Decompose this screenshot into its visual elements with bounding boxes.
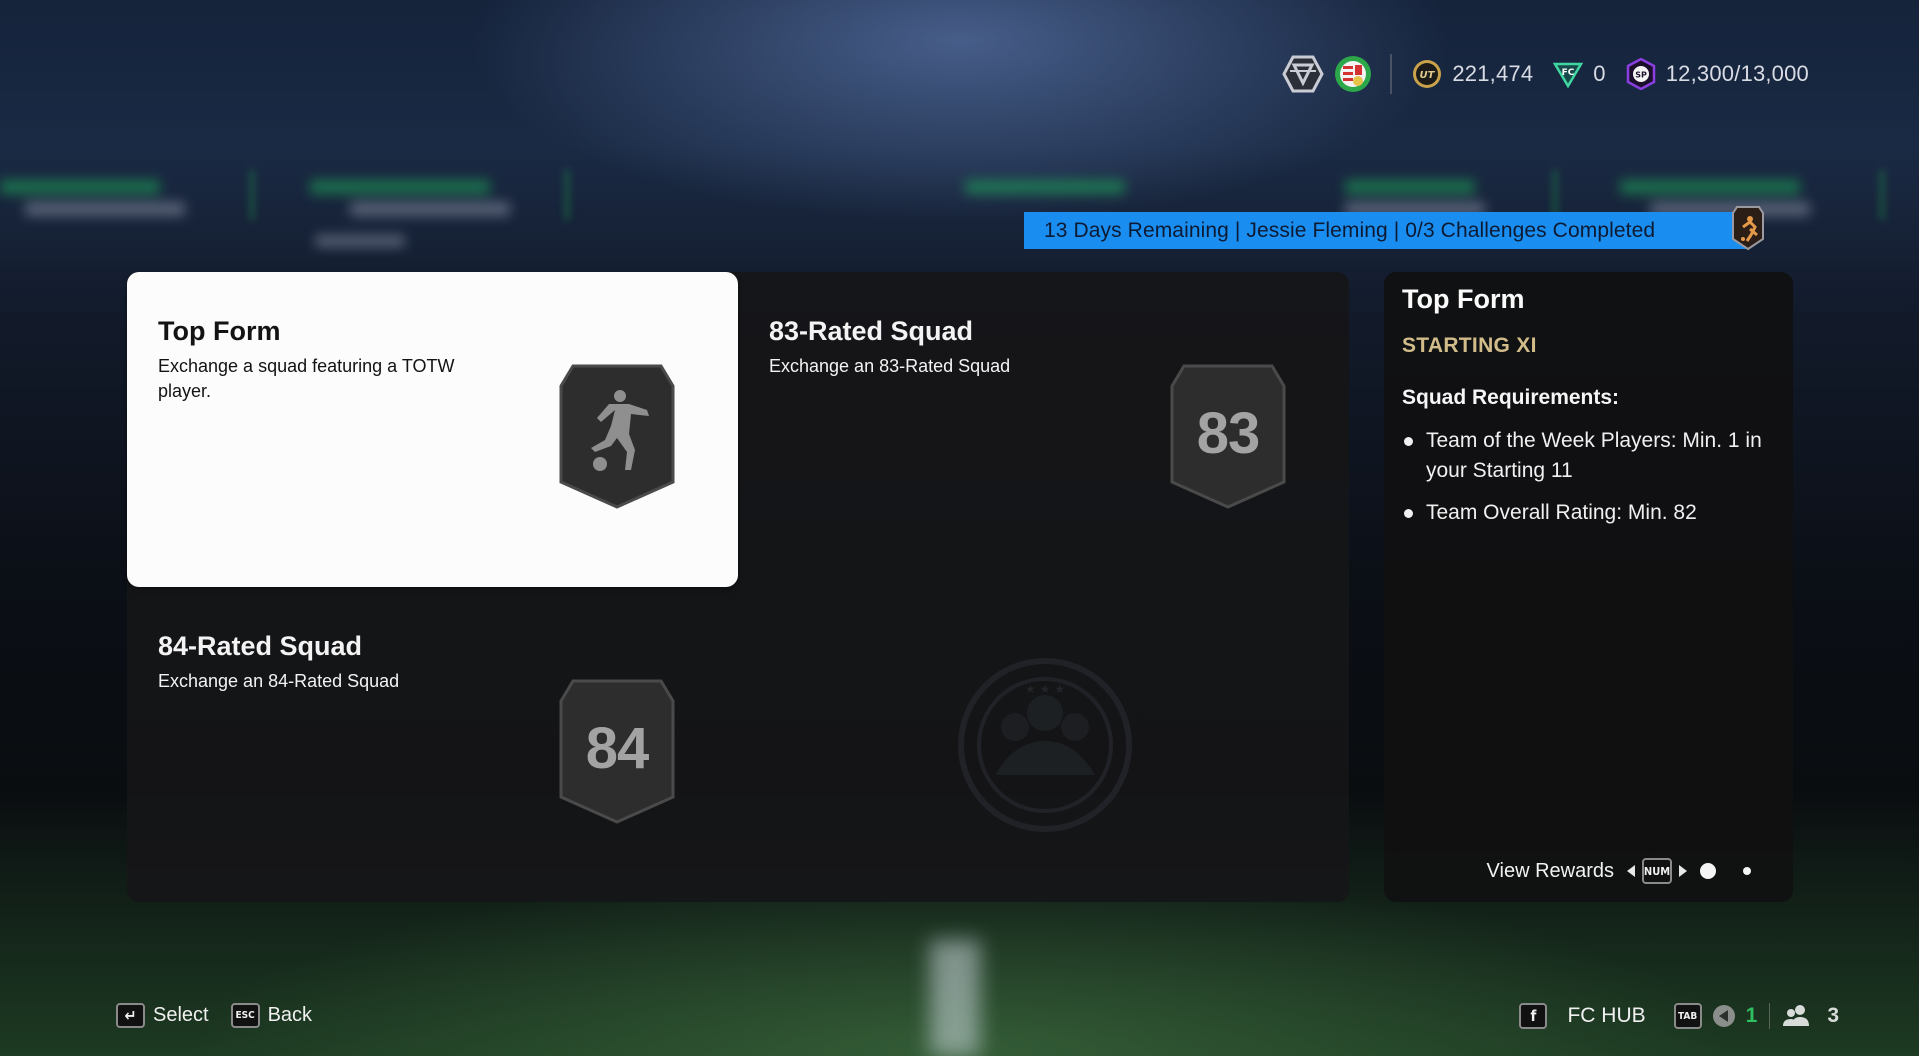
challenge-tile-83-rated[interactable]: 83-Rated Squad Exchange an 83-Rated Squa… (738, 272, 1349, 587)
challenge-detail-panel: Top Form STARTING XI Squad Requirements:… (1384, 272, 1793, 902)
fc-points-value: 0 (1593, 61, 1606, 86)
bottom-controls-left: ↵ Select ESC Back (116, 1003, 326, 1028)
friends-icon[interactable] (1782, 1004, 1810, 1028)
pitch-line (930, 940, 980, 1056)
club-badge-icon[interactable] (1334, 55, 1372, 93)
num-key-icon: NUM (1642, 858, 1672, 884)
back-action[interactable]: Back (268, 1004, 312, 1027)
player-reward-badge-icon (1731, 205, 1765, 251)
f-key-icon: f (1519, 1003, 1548, 1029)
currency-bar: UT 221,474 FC 0 SP 12,300/13,000 (1282, 52, 1809, 96)
requirement-item: Team of the Week Players: Min. 1 in your… (1402, 426, 1772, 486)
requirements-list: Team of the Week Players: Min. 1 in your… (1402, 426, 1772, 540)
view-rewards-label: View Rewards (1486, 859, 1614, 882)
squad-emblem-icon: ★ ★ ★ (955, 655, 1135, 835)
arrow-right-icon[interactable] (1679, 865, 1687, 877)
rating-number: 83 (1196, 401, 1261, 466)
bottom-controls-right: f FC HUB TAB 1 3 (1519, 1003, 1839, 1029)
challenge-grid: Top Form Exchange a squad featuring a TO… (127, 272, 1349, 902)
esc-key-icon: ESC (230, 1003, 260, 1028)
coins-value: 221,474 (1452, 61, 1534, 86)
division-rank-icon[interactable] (1282, 55, 1325, 93)
ut-coins-icon: UT (1412, 59, 1442, 89)
friends-count: 3 (1827, 1004, 1839, 1027)
notification-icon[interactable] (1712, 1004, 1736, 1028)
objective-banner[interactable]: 13 Days Remaining | Jessie Fleming | 0/3… (1024, 212, 1750, 249)
arrow-left-icon[interactable] (1627, 865, 1635, 877)
page-dot[interactable] (1743, 867, 1751, 875)
view-rewards-control[interactable]: View Rewards NUM (1487, 858, 1751, 884)
season-points-value: 12,300/13,000 (1665, 61, 1809, 86)
rating-number: 84 (585, 716, 650, 781)
challenge-tile-84-rated[interactable]: 84-Rated Squad Exchange an 84-Rated Squa… (127, 587, 738, 902)
challenge-tile-top-form[interactable]: Top Form Exchange a squad featuring a TO… (127, 272, 738, 587)
background-line (1880, 170, 1884, 220)
challenge-description: Exchange a squad featuring a TOTW player… (158, 356, 455, 401)
requirement-item: Team Overall Rating: Min. 82 (1402, 498, 1772, 528)
challenge-description: Exchange an 83-Rated Squad (769, 356, 1011, 376)
select-action[interactable]: Select (153, 1004, 209, 1027)
fc-points-icon: FC (1553, 60, 1584, 88)
page-dot-active[interactable] (1700, 863, 1716, 879)
challenge-description: Exchange an 84-Rated Squad (158, 671, 400, 691)
tab-key-icon: TAB (1673, 1003, 1702, 1029)
bullet-icon (1404, 509, 1413, 518)
sp-icon: SP (1626, 58, 1656, 90)
banner-text: 13 Days Remaining | Jessie Fleming | 0/3… (1044, 218, 1656, 242)
notification-count: 1 (1745, 1004, 1758, 1027)
topbar-divider (1390, 54, 1393, 94)
svg-text:UT: UT (1420, 70, 1436, 81)
background-line (250, 170, 254, 220)
detail-subtitle: STARTING XI (1402, 334, 1537, 357)
challenge-title: 83-Rated Squad (769, 316, 974, 346)
svg-text:SP: SP (1635, 71, 1647, 80)
enter-key-icon: ↵ (116, 1003, 145, 1028)
challenge-title: Top Form (158, 316, 281, 346)
bottom-divider (1769, 1003, 1771, 1029)
svg-text:FC: FC (1562, 68, 1575, 78)
rating-badge-icon: 84 (559, 679, 675, 824)
bullet-icon (1404, 437, 1413, 446)
background-line (565, 170, 569, 220)
challenge-title: 84-Rated Squad (158, 631, 363, 661)
fc-hub-button[interactable]: FC HUB (1567, 1004, 1645, 1028)
detail-title: Top Form (1402, 284, 1525, 314)
player-kick-icon (559, 364, 675, 509)
rating-badge-icon: 83 (1170, 364, 1286, 509)
svg-text:★ ★ ★: ★ ★ ★ (1025, 682, 1065, 696)
requirements-label: Squad Requirements: (1402, 386, 1620, 409)
